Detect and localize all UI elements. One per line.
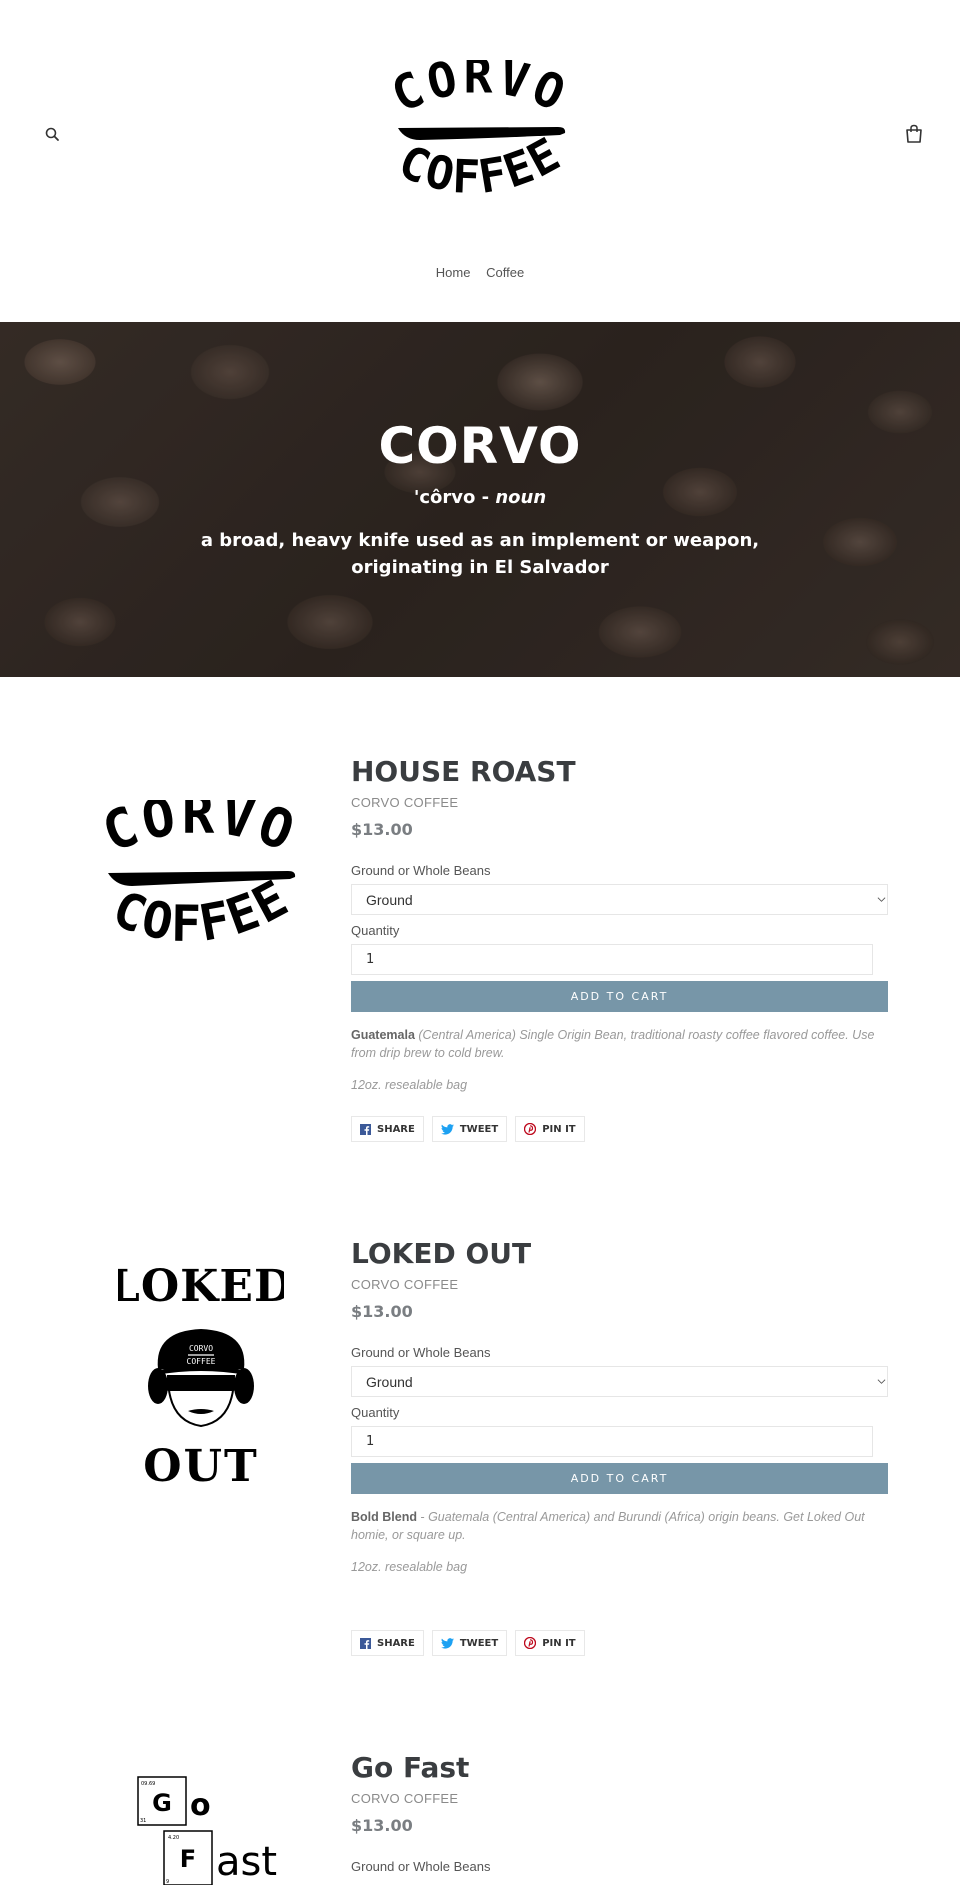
share-label: SHARE <box>377 1637 415 1649</box>
svg-text:09.69: 09.69 <box>141 1781 155 1787</box>
pin-label: PIN IT <box>542 1637 576 1649</box>
product-image[interactable]: CORVO COFFEE <box>90 783 310 974</box>
product-title: Go Fast <box>351 1751 470 1784</box>
description-separator: - <box>416 1510 429 1524</box>
svg-text:CORVO: CORVO <box>94 800 306 865</box>
pin-label: PIN IT <box>542 1123 576 1135</box>
pinterest-pin-button[interactable]: PIN IT <box>515 1116 585 1142</box>
svg-text:31: 31 <box>140 1818 146 1824</box>
tweet-label: TWEET <box>459 1123 499 1135</box>
svg-text:CORVO: CORVO <box>189 1344 213 1353</box>
facebook-icon <box>360 1637 371 1649</box>
variant-label: Ground or Whole Beans <box>351 1345 491 1360</box>
pinterest-icon <box>524 1637 537 1649</box>
site-logo[interactable]: CORVO COFFEE <box>380 49 580 215</box>
product-vendor: CORVO COFFEE <box>351 795 459 810</box>
quantity-label: Quantity <box>351 923 400 938</box>
hero-content: CORVO 'côrvo - noun a broad, heavy knife… <box>0 322 960 677</box>
shopping-bag-icon <box>906 124 922 143</box>
corvo-coffee-logo: CORVO COFFEE <box>384 49 577 205</box>
variant-select-value: Ground <box>366 1374 413 1390</box>
facebook-icon <box>360 1123 371 1135</box>
chevron-down-icon <box>877 897 886 902</box>
twitter-icon <box>440 1637 454 1649</box>
size-note-text: 12oz. resealable bag <box>351 1560 468 1574</box>
social-share: SHARE TWEET PIN IT <box>351 1630 888 1656</box>
product-title: LOKED OUT <box>351 1237 532 1270</box>
tweet-label: TWEET <box>459 1637 499 1649</box>
variant-select-value: Ground <box>366 892 413 908</box>
variant-select[interactable]: Ground <box>351 884 888 915</box>
part-of-speech: noun <box>495 487 547 508</box>
svg-text:CORVO: CORVO <box>384 60 577 124</box>
svg-text:COFFEE: COFFEE <box>187 1357 216 1366</box>
product-description: Guatemala (Central America) Single Origi… <box>351 1026 888 1094</box>
svg-text:9: 9 <box>166 1879 169 1885</box>
social-share: SHARE TWEET PIN IT <box>351 1116 888 1142</box>
twitter-tweet-button[interactable]: TWEET <box>431 1116 508 1142</box>
pronunciation-text: 'côrvo - <box>413 487 496 508</box>
product-price: $13.00 <box>351 820 413 839</box>
corvo-coffee-logo-image: CORVO COFFEE <box>94 783 306 954</box>
product-vendor: CORVO COFFEE <box>351 1791 459 1806</box>
hero-definition: a broad, heavy knife used as an implemen… <box>200 530 760 578</box>
variant-label: Ground or Whole Beans <box>351 1859 491 1874</box>
facebook-share-button[interactable]: SHARE <box>351 1630 424 1656</box>
svg-text:4.20: 4.20 <box>168 1835 179 1841</box>
product-image[interactable]: 09.69 G 31 o 4.20 F 9 ast <box>130 1775 300 1889</box>
product-description: Bold Blend - Guatemala (Central America)… <box>351 1508 888 1576</box>
svg-text:F: F <box>180 1845 196 1873</box>
twitter-tweet-button[interactable]: TWEET <box>431 1630 508 1656</box>
product-price: $13.00 <box>351 1816 413 1835</box>
hero-banner: CORVO 'côrvo - noun a broad, heavy knife… <box>0 322 960 677</box>
svg-text:ast: ast <box>216 1839 277 1885</box>
quantity-label: Quantity <box>351 1405 400 1420</box>
search-icon <box>45 127 59 141</box>
product-price: $13.00 <box>351 1302 413 1321</box>
chevron-down-icon <box>877 1379 886 1384</box>
svg-text:OUT: OUT <box>143 1441 258 1491</box>
hero-title: CORVO <box>378 417 582 475</box>
quantity-input[interactable]: 1 <box>351 1426 873 1457</box>
search-button[interactable] <box>44 126 62 144</box>
add-to-cart-button[interactable]: ADD TO CART <box>351 1463 888 1494</box>
quantity-input[interactable]: 1 <box>351 944 873 975</box>
add-to-cart-button[interactable]: ADD TO CART <box>351 981 888 1012</box>
share-label: SHARE <box>377 1123 415 1135</box>
description-italic: Guatemala (Central America) and Burundi … <box>351 1510 865 1542</box>
svg-text:G: G <box>152 1789 172 1817</box>
product-info: LOKED OUT CORVO COFFEE $13.00 Ground or … <box>351 1237 888 1656</box>
description-bold: Guatemala <box>351 1028 415 1042</box>
nav-item-home[interactable]: Home <box>436 265 471 280</box>
svg-text:o: o <box>190 1788 211 1823</box>
size-note-text: 12oz. resealable bag <box>351 1078 468 1092</box>
loked-out-image: LOKED CORVO COFFEE OUT <box>109 1261 292 1492</box>
product-image[interactable]: LOKED CORVO COFFEE OUT <box>109 1251 292 1495</box>
description-text: Guatemala (Central America) Single Origi… <box>351 1026 888 1062</box>
variant-select[interactable]: Ground <box>351 1366 888 1397</box>
description-bold: Bold Blend <box>351 1510 417 1524</box>
product-title: HOUSE ROAST <box>351 755 576 788</box>
variant-label: Ground or Whole Beans <box>351 863 491 878</box>
hero-pronunciation: 'côrvo - noun <box>0 487 960 508</box>
description-text: Bold Blend - Guatemala (Central America)… <box>351 1508 888 1544</box>
product-info: HOUSE ROAST CORVO COFFEE $13.00 Ground o… <box>351 755 888 1142</box>
size-note: 12oz. resealable bag <box>351 1076 888 1094</box>
site-header: CORVO COFFEE Home Coffee <box>0 0 960 322</box>
twitter-icon <box>440 1123 454 1135</box>
size-note: 12oz. resealable bag <box>351 1558 888 1576</box>
svg-text:LOKED: LOKED <box>118 1261 284 1312</box>
pinterest-pin-button[interactable]: PIN IT <box>515 1630 585 1656</box>
product-info: Go Fast CORVO COFFEE $13.00 Ground or Wh… <box>351 1751 888 1874</box>
pinterest-icon <box>524 1123 537 1135</box>
main-nav: Home Coffee <box>0 265 960 280</box>
go-fast-image: 09.69 G 31 o 4.20 F 9 ast <box>137 1776 277 1886</box>
cart-button[interactable] <box>905 124 925 146</box>
facebook-share-button[interactable]: SHARE <box>351 1116 424 1142</box>
nav-item-coffee[interactable]: Coffee <box>486 265 524 280</box>
description-italic: (Central America) Single Origin Bean, tr… <box>351 1028 875 1060</box>
product-vendor: CORVO COFFEE <box>351 1277 459 1292</box>
